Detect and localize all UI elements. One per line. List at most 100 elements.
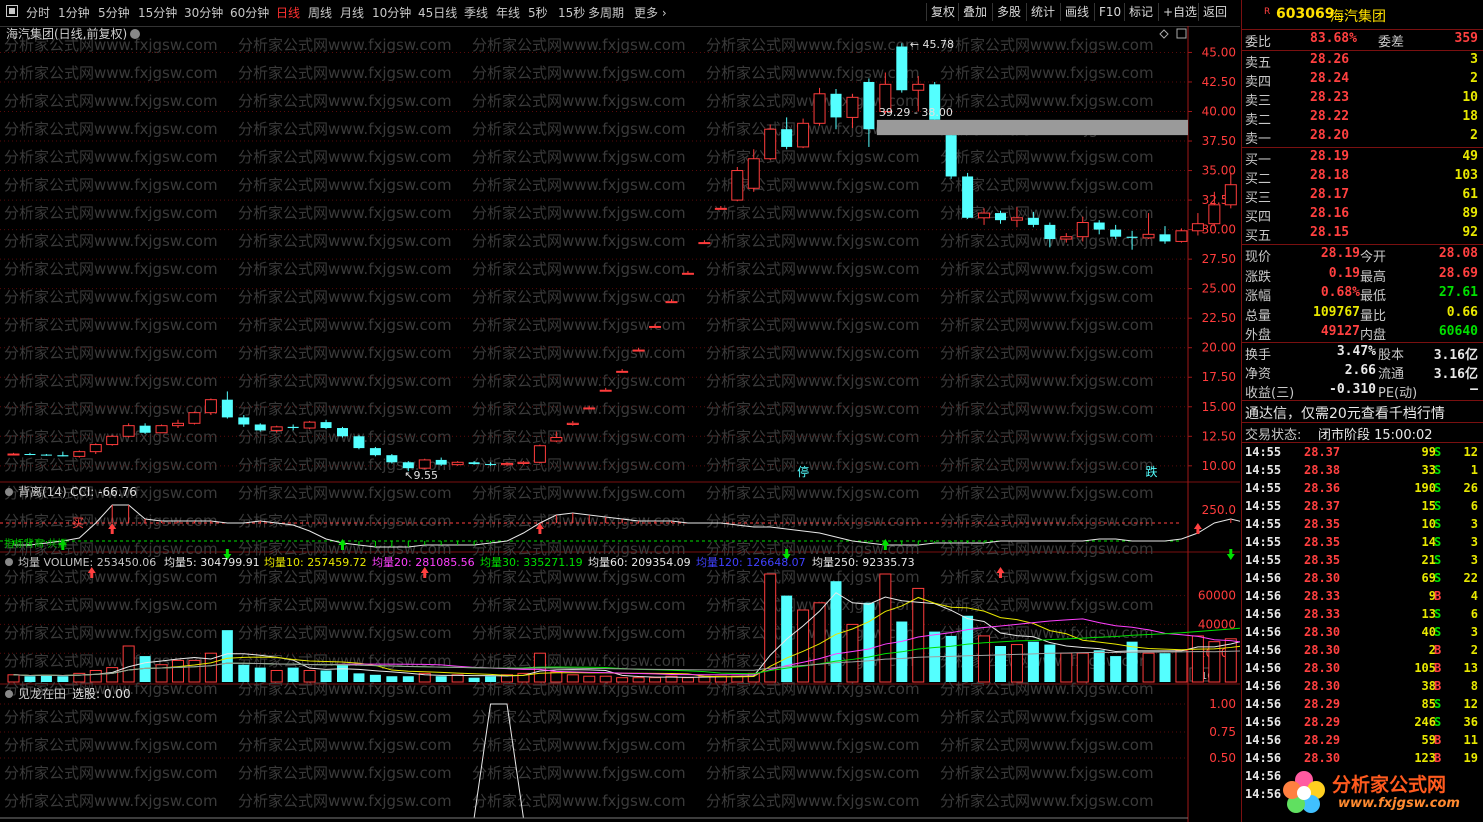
volume-bar: [303, 669, 316, 683]
toolbar-button-7[interactable]: +自选: [1158, 3, 1201, 21]
watermark-text: 分析家公式网www.fxjgsw.com: [472, 260, 686, 278]
tick-row-5: 14:55 28.35 14 S 3: [1245, 535, 1478, 549]
watermark-text: 分析家公式网www.fxjgsw.com: [706, 680, 920, 698]
period-tab-14[interactable]: 15秒: [558, 4, 585, 21]
watermark-text: 分析家公式网www.fxjgsw.com: [238, 92, 452, 110]
toolbar-button-2[interactable]: 多股: [992, 3, 1025, 21]
bid-row-3[interactable]: 买四 28.16 89: [1242, 205, 1483, 225]
period-tab-16[interactable]: 更多 ›: [634, 4, 667, 21]
window-menu-icon[interactable]: [6, 5, 18, 20]
ask-row-2[interactable]: 卖三 28.23 10: [1242, 89, 1483, 109]
watermark-text: 分析家公式网www.fxjgsw.com: [4, 456, 218, 474]
period-tab-15[interactable]: 多周期: [588, 4, 624, 21]
volume-bar: [1208, 641, 1221, 683]
watermark-text: 分析家公式网www.fxjgsw.com: [4, 316, 218, 334]
stat-row-2[interactable]: 涨幅 0.68% 最低 27.61: [1242, 284, 1483, 304]
watermark-text: 分析家公式网www.fxjgsw.com: [940, 316, 1154, 334]
period-tab-12[interactable]: 年线: [496, 4, 520, 21]
promo-banner[interactable]: 通达信，仅需20元查看千档行情: [1242, 402, 1483, 422]
ask-row-0[interactable]: 卖五 28.26 3: [1242, 51, 1483, 71]
period-tab-13[interactable]: 5秒: [528, 4, 548, 21]
stat-row-3[interactable]: 总量 109767 量比 0.66: [1242, 304, 1483, 324]
bid-row-4[interactable]: 买五 28.15 92: [1242, 224, 1483, 244]
watermark-text: 分析家公式网www.fxjgsw.com: [472, 484, 686, 502]
volume-bar: [254, 667, 266, 682]
watermark-text: 分析家公式网www.fxjgsw.com: [238, 596, 452, 614]
watermark-text: 分析家公式网www.fxjgsw.com: [940, 568, 1154, 586]
toolbar-button-8[interactable]: 返回: [1198, 3, 1231, 21]
period-tab-9[interactable]: 10分钟: [372, 4, 411, 21]
toolbar-button-0[interactable]: 复权: [926, 3, 959, 21]
period-tab-3[interactable]: 15分钟: [138, 4, 177, 21]
watermark-text: 分析家公式网www.fxjgsw.com: [238, 372, 452, 390]
watermark-text: 分析家公式网www.fxjgsw.com: [940, 596, 1154, 614]
volume-bar: [1076, 652, 1089, 683]
watermark-text: 分析家公式网www.fxjgsw.com: [238, 204, 452, 222]
bid-row-0[interactable]: 买一 28.19 49: [1242, 148, 1483, 168]
candle-body: [501, 462, 513, 466]
stat-row-0[interactable]: 现价 28.19 今开 28.08: [1242, 245, 1483, 265]
candle-body: [912, 83, 925, 91]
period-tab-4[interactable]: 30分钟: [184, 4, 223, 21]
volume-bar: [270, 669, 283, 683]
ask-row-4[interactable]: 卖一 28.20 2: [1242, 127, 1483, 147]
watermark-text: 分析家公式网www.fxjgsw.com: [4, 624, 218, 642]
volume-bar: [995, 646, 1006, 682]
fin-row-2[interactable]: 收益(三) -0.310 PE(动) —: [1242, 381, 1483, 401]
price-axis-label-7: 27.50: [1202, 252, 1236, 266]
toolbar-button-1[interactable]: 叠加: [958, 3, 991, 21]
stat-row-1[interactable]: 涨跌 0.19 最高 28.69: [1242, 265, 1483, 285]
watermark-text: 分析家公式网www.fxjgsw.com: [706, 512, 920, 530]
watermark-text: 分析家公式网www.fxjgsw.com: [238, 316, 452, 334]
kline-chart-area[interactable]: 分析家公式网www.fxjgsw.com 分析家公式网www.fxjgsw.com…: [0, 26, 1240, 822]
signal-axis-label-1: 0.75: [1209, 725, 1236, 739]
candle-body: [468, 462, 480, 465]
watermark-text: 分析家公式网www.fxjgsw.com: [472, 708, 686, 726]
toolbar-button-4[interactable]: 画线: [1060, 3, 1093, 21]
candle-body: [649, 325, 662, 328]
watermark-text: 分析家公式网www.fxjgsw.com: [472, 344, 686, 362]
title-dropdown-icon: [130, 29, 140, 39]
candle-body: [978, 212, 991, 219]
candle-body: [681, 272, 694, 275]
candle-body: [797, 122, 810, 148]
watermark-text: 分析家公式网www.fxjgsw.com: [940, 400, 1154, 418]
watermark-text: 分析家公式网www.fxjgsw.com: [4, 708, 218, 726]
candle-body: [139, 425, 151, 433]
candle-body: [451, 461, 464, 466]
period-tab-2[interactable]: 5分钟: [98, 4, 130, 21]
candle-body: [1060, 236, 1073, 240]
toolbar-button-6[interactable]: 标记: [1124, 3, 1157, 21]
candle-body: [616, 370, 629, 373]
toolbar-button-5[interactable]: F10: [1094, 3, 1125, 21]
period-tab-0[interactable]: 分时: [26, 4, 50, 21]
watermark-text: 分析家公式网www.fxjgsw.com: [238, 512, 452, 530]
candle-body: [764, 128, 777, 160]
fin-row-0[interactable]: 换手 3.47% 股本 3.16亿: [1242, 343, 1483, 363]
period-tab-5[interactable]: 60分钟: [230, 4, 269, 21]
bid-row-2[interactable]: 买三 28.17 61: [1242, 186, 1483, 206]
volume-bar: [1159, 653, 1171, 682]
watermark-text: 分析家公式网www.fxjgsw.com: [472, 428, 686, 446]
watermark-text: 分析家公式网www.fxjgsw.com: [4, 764, 218, 782]
fin-row-1[interactable]: 净资 2.66 流通 3.16亿: [1242, 362, 1483, 382]
tick-row-extra-1: 14:56: [1245, 787, 1282, 801]
quote-panel: R 603069 海汽集团 委比 83.68% 委差 359 通达信，仅需20元…: [1241, 0, 1483, 822]
period-tab-6[interactable]: 日线: [276, 4, 300, 21]
volume-bar: [550, 671, 563, 683]
stat-row-4[interactable]: 外盘 49127 内盘 60640: [1242, 323, 1483, 343]
period-tab-11[interactable]: 季线: [464, 4, 488, 21]
period-tab-7[interactable]: 周线: [308, 4, 332, 21]
ask-row-1[interactable]: 卖四 28.24 2: [1242, 70, 1483, 90]
period-tab-10[interactable]: 45日线: [418, 4, 457, 21]
ask-row-3[interactable]: 卖二 28.22 18: [1242, 108, 1483, 128]
toolbar-button-3[interactable]: 统计: [1026, 3, 1059, 21]
watermark-text: 分析家公式网www.fxjgsw.com: [472, 232, 686, 250]
watermark-text: 分析家公式网www.fxjgsw.com: [706, 428, 920, 446]
period-tab-8[interactable]: 月线: [340, 4, 364, 21]
bid-row-1[interactable]: 买二 28.18 103: [1242, 167, 1483, 187]
period-tab-1[interactable]: 1分钟: [58, 4, 90, 21]
watermark-text: 分析家公式网www.fxjgsw.com: [238, 708, 452, 726]
candle-body: [813, 93, 826, 124]
cci-buy-mark: 买: [72, 516, 84, 530]
